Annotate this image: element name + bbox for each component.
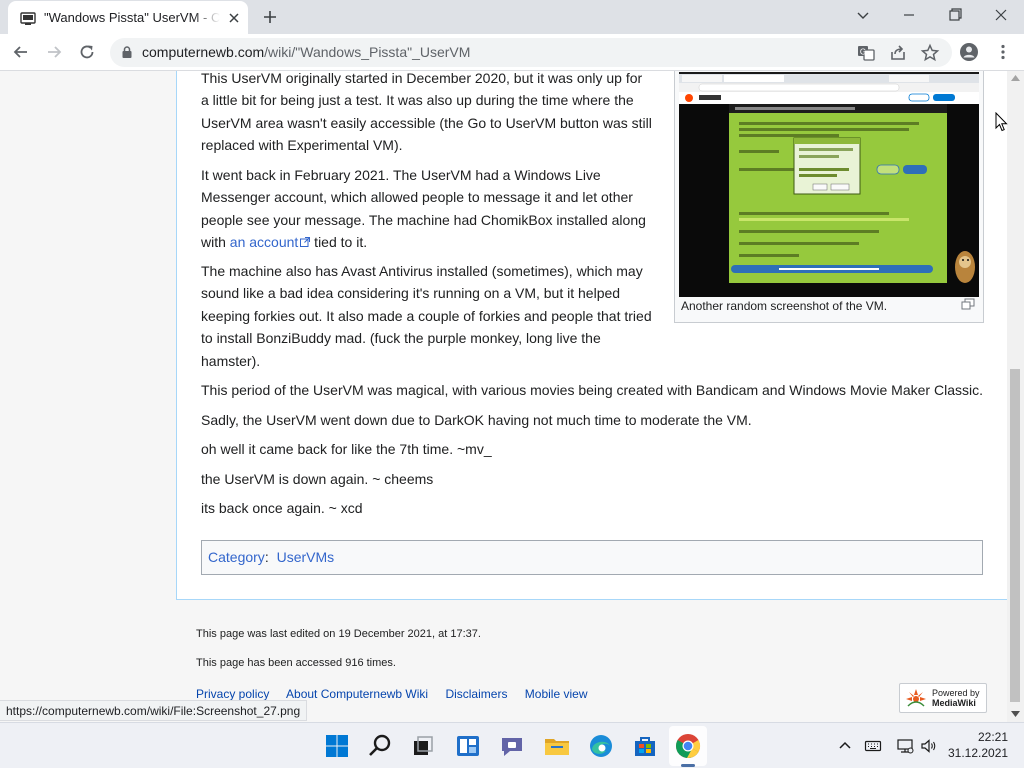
start-button-icon[interactable]	[323, 732, 351, 760]
disclaimers-link[interactable]: Disclaimers	[445, 687, 507, 701]
lock-icon[interactable]	[120, 45, 134, 59]
windows-taskbar: 22:21 31.12.2021	[0, 722, 1024, 768]
task-view-icon[interactable]	[409, 732, 437, 760]
paragraph-down-again: the UserVM is down again. ~ cheems	[201, 471, 434, 487]
powered-by-mediawiki-badge[interactable]: Powered by MediaWiki	[899, 683, 987, 713]
volume-icon[interactable]	[920, 737, 938, 755]
chrome-icon[interactable]	[674, 732, 702, 760]
privacy-policy-link[interactable]: Privacy policy	[196, 687, 269, 701]
footer-links: Privacy policy About Computernewb Wiki D…	[196, 687, 602, 701]
category-label-link[interactable]: Category	[208, 549, 265, 565]
page-viewport: This UserVM originally started in Decemb…	[0, 71, 1007, 722]
paragraph-came-back: oh well it came back for like the 7th ti…	[201, 441, 492, 457]
paragraph-down: Sadly, the UserVM went down due to DarkO…	[201, 412, 752, 428]
teams-chat-icon[interactable]	[498, 732, 526, 760]
bookmark-star-icon[interactable]	[920, 43, 940, 63]
paragraph-february-end: tied to it.	[310, 234, 368, 251]
svg-text:G: G	[860, 48, 866, 57]
category-colon: :	[264, 549, 269, 565]
scrollbar-thumb[interactable]	[1010, 369, 1020, 702]
enlarge-icon[interactable]	[961, 298, 975, 310]
link-status-bubble: https://computernewb.com/wiki/File:Scree…	[0, 700, 308, 721]
page-scrollbar[interactable]	[1007, 71, 1024, 722]
clock-date: 31.12.2021	[948, 746, 1009, 760]
clock-time: 22:21	[977, 730, 1008, 744]
paragraph-february: It went back in February 2021. The UserV…	[201, 164, 653, 254]
restore-icon[interactable]	[943, 5, 967, 25]
category-uservms-link[interactable]: UserVMs	[277, 549, 335, 565]
footer-access-count: This page has been accessed 916 times.	[196, 657, 396, 669]
url-path: /wiki/"Wandows_Pissta"_UserVM	[264, 44, 471, 60]
tab-title: "Wandows Pissta" UserVM - Computernewb W…	[44, 10, 220, 25]
thumbnail-caption: Another random screenshot of the VM.	[681, 299, 888, 313]
network-icon[interactable]	[896, 737, 914, 755]
account-link-text: an account	[229, 234, 299, 251]
browser-tab[interactable]: "Wandows Pissta" UserVM - Computernewb W…	[8, 1, 248, 34]
reload-icon[interactable]	[77, 42, 97, 62]
url-text: computernewb.com/wiki/"Wandows_Pissta"_U…	[142, 44, 470, 60]
edge-browser-icon[interactable]	[587, 732, 615, 760]
keyboard-icon[interactable]	[864, 737, 882, 755]
search-icon[interactable]	[366, 732, 394, 760]
forward-arrow-icon[interactable]	[44, 42, 64, 62]
minimize-icon[interactable]	[897, 5, 921, 25]
scroll-up-arrow-icon[interactable]	[1011, 75, 1020, 81]
close-window-icon[interactable]	[989, 5, 1013, 25]
article-content: This UserVM originally started in Decemb…	[176, 71, 1007, 600]
paragraph-origin: This UserVM originally started in Decemb…	[201, 71, 652, 154]
wiki-favicon-icon	[20, 12, 36, 25]
mediawiki-badge-text: Powered by MediaWiki	[932, 688, 980, 708]
vm-screenshot-drawing	[679, 72, 979, 297]
chrome-running-indicator	[681, 764, 695, 767]
address-bar[interactable]: computernewb.com/wiki/"Wandows_Pissta"_U…	[110, 38, 952, 67]
mobile-view-link[interactable]: Mobile view	[525, 687, 588, 701]
category-box: Category: UserVMs	[201, 540, 983, 575]
file-explorer-icon[interactable]	[543, 732, 571, 760]
vm-screenshot-image[interactable]	[679, 72, 979, 297]
new-tab-icon[interactable]	[260, 7, 280, 27]
tab-strip: "Wandows Pissta" UserVM - Computernewb W…	[0, 0, 1024, 34]
about-wiki-link[interactable]: About Computernewb Wiki	[286, 687, 428, 701]
translate-icon[interactable]: G	[856, 43, 876, 63]
tab-search-chevron-icon[interactable]	[851, 5, 875, 25]
thumbnail-frame: Another random screenshot of the VM.	[674, 71, 984, 323]
share-icon[interactable]	[888, 43, 908, 63]
paragraph-avast: The machine also has Avast Antivirus ins…	[201, 263, 652, 369]
close-tab-icon[interactable]	[226, 10, 242, 26]
menu-kebab-icon[interactable]	[993, 42, 1013, 62]
mediawiki-badge-line1: Powered by	[932, 688, 980, 698]
scroll-down-arrow-icon[interactable]	[1011, 711, 1020, 717]
footer-last-edited: This page was last edited on 19 December…	[196, 628, 481, 640]
chevron-up-icon[interactable]	[836, 737, 854, 755]
microsoft-store-icon[interactable]	[631, 732, 659, 760]
external-link-icon	[300, 237, 311, 248]
profile-avatar-icon[interactable]	[959, 42, 979, 62]
paragraph-back-again: its back once again. ~ xcd	[201, 500, 363, 516]
widgets-icon[interactable]	[454, 732, 482, 760]
account-link[interactable]: an account	[230, 234, 311, 250]
taskbar-clock[interactable]: 22:21 31.12.2021	[948, 729, 1008, 761]
mediawiki-logo-icon	[906, 689, 926, 707]
mediawiki-badge-line2: MediaWiki	[932, 698, 976, 708]
back-arrow-icon[interactable]	[11, 42, 31, 62]
browser-toolbar: computernewb.com/wiki/"Wandows_Pissta"_U…	[0, 34, 1024, 71]
paragraph-magical: This period of the UserVM was magical, w…	[201, 382, 983, 398]
mouse-cursor-icon	[995, 112, 1008, 132]
url-domain: computernewb.com	[142, 44, 265, 60]
